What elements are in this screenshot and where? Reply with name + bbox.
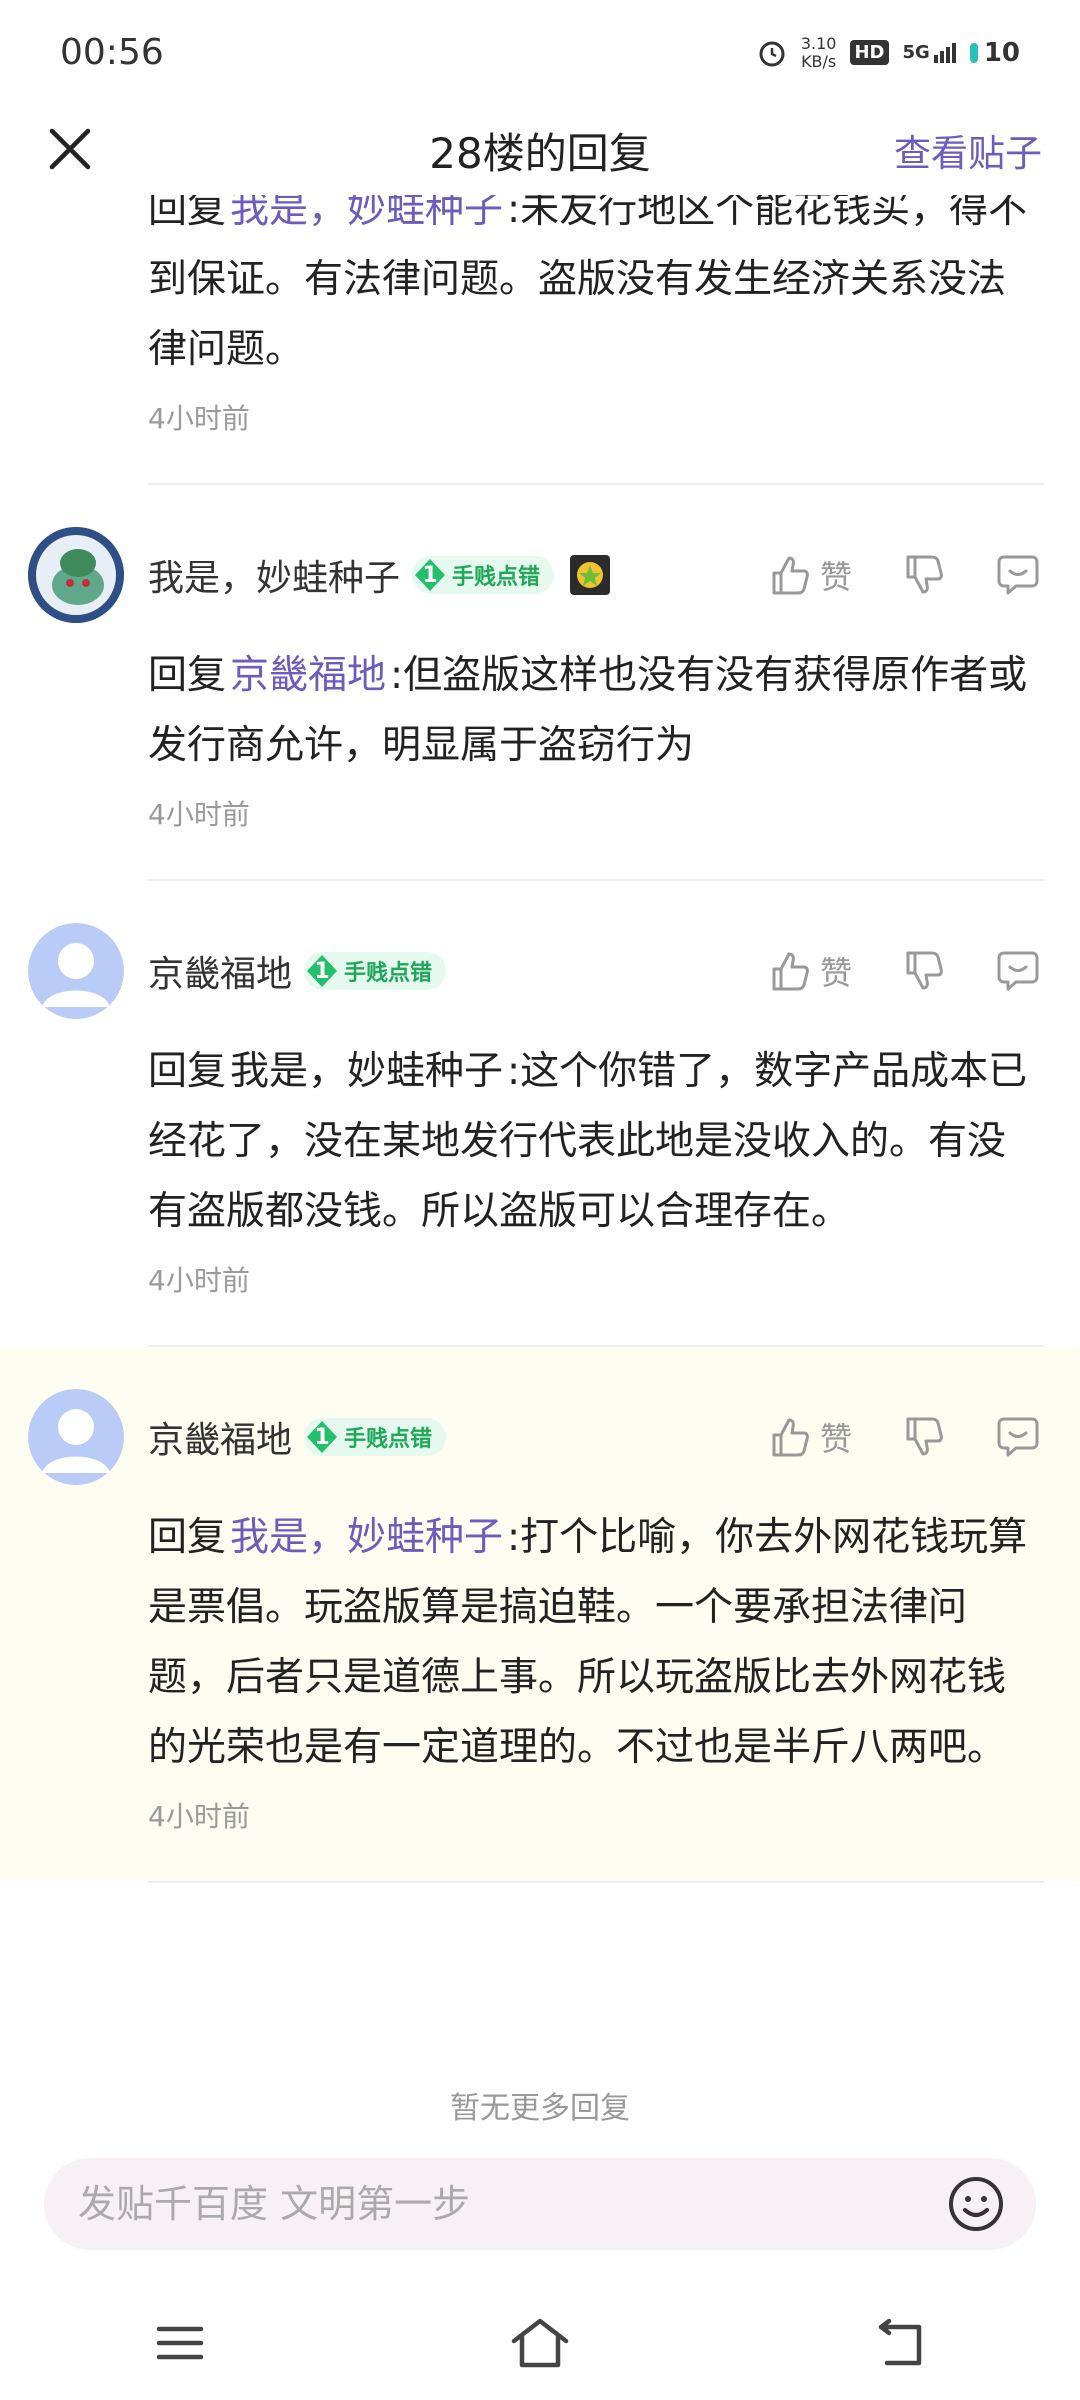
- comment-button[interactable]: [996, 553, 1040, 597]
- hd-icon: HD: [850, 40, 889, 65]
- medal-icon: [570, 555, 611, 595]
- comment-icon: [997, 1417, 1039, 1457]
- thumbs-up-icon: [772, 952, 809, 991]
- signal-icon: 5G: [903, 42, 956, 63]
- reply-actions: 赞: [768, 948, 1040, 994]
- network-speed-unit: KB/s: [801, 51, 837, 71]
- reply-item-highlighted: 京畿福地 1 手贱点错 赞 回复 我是，妙蛙种子:打个比喻，你去外网花钱玩算是…: [0, 1347, 1080, 1881]
- reply-item: 京畿福地 1 手贱点错 赞 回复 我是，妙蛙种子:这个你错了，数字产品成本已经…: [0, 881, 1080, 1345]
- battery-icon: 10: [969, 37, 1020, 68]
- level-gem-icon: 1: [412, 557, 448, 593]
- avatar[interactable]: [28, 923, 124, 1019]
- user-row: 我是，妙蛙种子 1 手贱点错 赞: [0, 525, 1080, 625]
- username[interactable]: 京畿福地: [148, 1411, 292, 1463]
- reply-prefix: 回复: [148, 1049, 227, 1094]
- system-nav-bar: [0, 2285, 1080, 2400]
- top-bar: 28楼的回复 查看贴子: [0, 105, 1080, 195]
- home-nav-button[interactable]: [500, 2313, 580, 2373]
- network-type: 5G: [902, 42, 930, 63]
- reply-time: 4小时前: [148, 1264, 250, 1297]
- close-icon: [49, 128, 91, 170]
- user-row: 京畿福地 1 手贱点错 赞: [0, 1387, 1080, 1487]
- mention-link[interactable]: 我是，妙蛙种子: [230, 1515, 503, 1560]
- level-number: 1: [422, 562, 438, 588]
- comment-icon: [997, 951, 1039, 991]
- username[interactable]: 我是，妙蛙种子: [148, 549, 400, 601]
- reply-time: 4小时前: [148, 402, 250, 435]
- like-button[interactable]: 赞: [768, 1414, 852, 1460]
- default-avatar-icon: [28, 1389, 124, 1485]
- thumbs-up-icon: [772, 1418, 809, 1457]
- reply-input[interactable]: [76, 2181, 946, 2227]
- dislike-button[interactable]: [902, 949, 946, 993]
- back-icon: [878, 2318, 922, 2365]
- badge-label: 手贱点错: [344, 1427, 433, 1452]
- badge-label: 手贱点错: [344, 961, 433, 986]
- badge-label: 手贱点错: [452, 565, 541, 590]
- dislike-button[interactable]: [902, 553, 946, 597]
- status-time: 00:56: [60, 32, 164, 73]
- reply-time: 4小时前: [148, 1800, 250, 1833]
- like-label: 赞: [819, 954, 852, 992]
- reply-item: 我是，妙蛙种子 1 手贱点错 赞 回复 京畿福地:但盗版这样也没有没有获得原作…: [0, 485, 1080, 879]
- bulbasaur-avatar-icon: [28, 527, 124, 623]
- network-speed-value: 3.10: [800, 33, 837, 53]
- level-gem-icon: 1: [304, 953, 340, 989]
- reply-prefix: 回复: [148, 195, 227, 232]
- reply-actions: 赞: [768, 1414, 1040, 1460]
- like-label: 赞: [819, 1420, 852, 1458]
- status-icons: 3.10 KB/s HD 5G 10: [757, 33, 1020, 71]
- level-number: 1: [314, 958, 330, 984]
- home-icon: [511, 2318, 569, 2367]
- network-speed: 3.10 KB/s: [800, 33, 837, 71]
- reply-text: 回复 我是，妙蛙种子:未友行地区个能花钱买，得不到保证。有法律问题。盗版没有发生经…: [148, 195, 1080, 385]
- reply-input-bar[interactable]: [44, 2158, 1036, 2250]
- reply-actions: 赞: [768, 552, 1040, 598]
- reply-prefix: 回复: [148, 653, 227, 698]
- level-badge: 1 手贱点错: [304, 1418, 447, 1456]
- comment-button[interactable]: [996, 1415, 1040, 1459]
- reply-text: 回复 我是，妙蛙种子:这个你错了，数字产品成本已经花了，没在某地发行代表此地是没收…: [148, 1037, 1080, 1247]
- close-button[interactable]: [44, 123, 96, 175]
- comment-icon: [997, 555, 1039, 595]
- avatar[interactable]: [28, 1389, 124, 1485]
- reply-prefix: 回复: [148, 1515, 227, 1560]
- like-button[interactable]: 赞: [768, 552, 852, 598]
- menu-icon: [156, 2326, 204, 2359]
- dislike-button[interactable]: [902, 1415, 946, 1459]
- thumbs-up-icon: [772, 556, 809, 595]
- status-bar: 00:56 3.10 KB/s HD 5G 10: [0, 0, 1080, 105]
- page-title: 28楼的回复: [429, 128, 651, 178]
- alarm-icon: [759, 41, 785, 66]
- thumbs-down-icon: [906, 951, 943, 990]
- reply-text: 回复 我是，妙蛙种子:打个比喻，你去外网花钱玩算是票倡。玩盗版算是搞迫鞋。一个要承…: [148, 1503, 1080, 1783]
- user-row: 京畿福地 1 手贱点错 赞: [0, 921, 1080, 1021]
- thumbs-down-icon: [906, 1417, 943, 1456]
- battery-level: 10: [983, 37, 1020, 68]
- emoji-icon[interactable]: [946, 2174, 1006, 2234]
- level-badge: 1 手贱点错: [304, 952, 447, 990]
- avatar[interactable]: [28, 527, 124, 623]
- reply-list: 回复 我是，妙蛙种子:未友行地区个能花钱买，得不到保证。有法律问题。盗版没有发生经…: [0, 195, 1080, 2105]
- reply-text: 回复 京畿福地:但盗版这样也没有没有获得原作者或发行商允许，明显属于盗窃行为: [148, 641, 1080, 781]
- level-gem-icon: 1: [304, 1419, 340, 1455]
- mention-text[interactable]: 我是，妙蛙种子: [230, 1049, 503, 1094]
- back-nav-button[interactable]: [860, 2313, 940, 2373]
- like-label: 赞: [819, 558, 852, 596]
- default-avatar-icon: [28, 923, 124, 1019]
- mention-link[interactable]: 京畿福地: [230, 653, 386, 698]
- no-more-replies: 暂无更多回复: [450, 2091, 630, 2126]
- menu-nav-button[interactable]: [140, 2313, 220, 2373]
- like-button[interactable]: 赞: [768, 948, 852, 994]
- level-number: 1: [314, 1424, 330, 1450]
- mention-link[interactable]: 我是，妙蛙种子: [230, 195, 503, 232]
- view-post-link[interactable]: 查看贴子: [894, 123, 1042, 177]
- comment-button[interactable]: [996, 949, 1040, 993]
- thumbs-down-icon: [906, 555, 943, 594]
- reply-time: 4小时前: [148, 798, 250, 831]
- reply-item: 回复 我是，妙蛙种子:未友行地区个能花钱买，得不到保证。有法律问题。盗版没有发生经…: [0, 195, 1080, 483]
- divider: [148, 1881, 1044, 1883]
- level-badge: 1 手贱点错: [412, 556, 555, 594]
- username[interactable]: 京畿福地: [148, 945, 292, 997]
